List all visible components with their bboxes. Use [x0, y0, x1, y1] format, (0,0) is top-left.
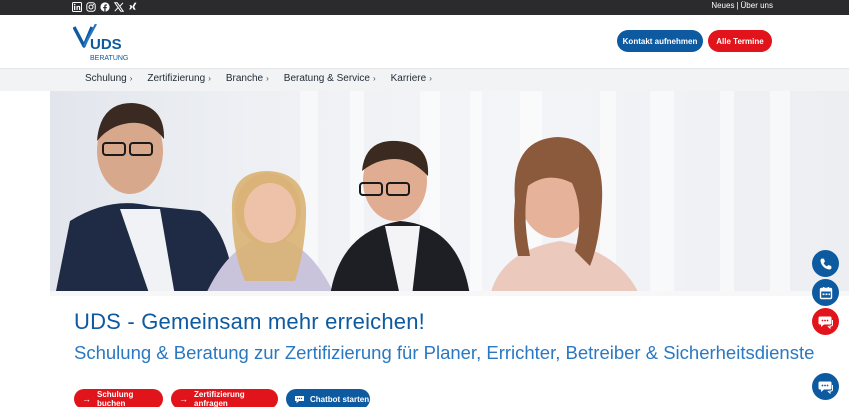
phone-icon: [819, 258, 831, 270]
nav-item-schulung[interactable]: Schulung ›: [85, 73, 132, 84]
top-bar: Neues | Über uns: [0, 0, 849, 15]
nav-item-beratung-service[interactable]: Beratung & Service ›: [284, 73, 376, 84]
phone-button[interactable]: [812, 250, 839, 277]
chatbot-button[interactable]: [812, 373, 839, 400]
chevron-right-icon: ›: [429, 74, 432, 83]
chat-icon: [818, 316, 833, 329]
chat-button[interactable]: [812, 308, 839, 335]
request-certification-button[interactable]: → Zertifizierung anfragen: [171, 389, 278, 407]
uds-logo[interactable]: UDS BERATUNG: [73, 24, 133, 62]
nav-item-label: Karriere: [390, 73, 427, 84]
page-headline: UDS - Gemeinsam mehr erreichen!: [74, 309, 425, 334]
nav-item-label: Schulung: [85, 73, 127, 84]
arrow-right-icon: →: [82, 394, 91, 404]
link-separator: |: [736, 1, 739, 10]
site-header: UDS BERATUNG Kontakt aufnehmen Alle Term…: [0, 15, 849, 68]
arrow-right-icon: →: [179, 394, 188, 404]
all-dates-button[interactable]: Alle Termine: [708, 30, 772, 52]
chevron-right-icon: ›: [266, 74, 269, 83]
button-label: Chatbot starten: [310, 394, 370, 404]
chat-icon: [295, 395, 304, 403]
chevron-right-icon: ›: [129, 74, 133, 83]
link-ueber-uns[interactable]: Über uns: [741, 1, 773, 10]
linkedin-icon[interactable]: [72, 2, 82, 12]
button-label: Schulung buchen: [97, 390, 134, 407]
nav-item-label: Branche: [225, 73, 264, 84]
nav-item-label: Beratung & Service: [283, 73, 370, 84]
link-neues[interactable]: Neues: [711, 1, 734, 10]
logo-subtext: BERATUNG: [90, 55, 128, 62]
xing-icon[interactable]: [128, 2, 138, 12]
instagram-icon[interactable]: [86, 2, 96, 12]
start-chatbot-button[interactable]: Chatbot starten: [286, 389, 370, 407]
page-subheadline: Schulung & Beratung zur Zertifizierung f…: [74, 342, 815, 363]
nav-item-zertifizierung[interactable]: Zertifizierung ›: [147, 73, 210, 84]
calendar-button[interactable]: [812, 279, 839, 306]
button-label: Zertifizierung anfragen: [194, 390, 245, 407]
chat-icon: [818, 381, 833, 394]
nav-item-branche[interactable]: Branche ›: [226, 73, 269, 84]
chevron-right-icon: ›: [208, 74, 211, 83]
main-nav: Schulung › Zertifizierung › Branche › Berat…: [0, 68, 849, 91]
top-links: Neues | Über uns: [711, 1, 773, 10]
social-links: [72, 2, 138, 12]
contact-button[interactable]: Kontakt aufnehmen: [617, 30, 703, 52]
logo-text: UDS: [90, 36, 122, 53]
hero-image: [0, 91, 849, 296]
hero-photo: [0, 91, 849, 296]
book-training-button[interactable]: → Schulung buchen: [74, 389, 163, 407]
facebook-icon[interactable]: [100, 2, 110, 12]
nav-item-label: Zertifizierung: [147, 73, 206, 84]
chevron-right-icon: ›: [372, 74, 376, 83]
x-icon[interactable]: [114, 2, 124, 12]
calendar-icon: [819, 286, 832, 299]
nav-item-karriere[interactable]: Karriere ›: [391, 73, 432, 84]
